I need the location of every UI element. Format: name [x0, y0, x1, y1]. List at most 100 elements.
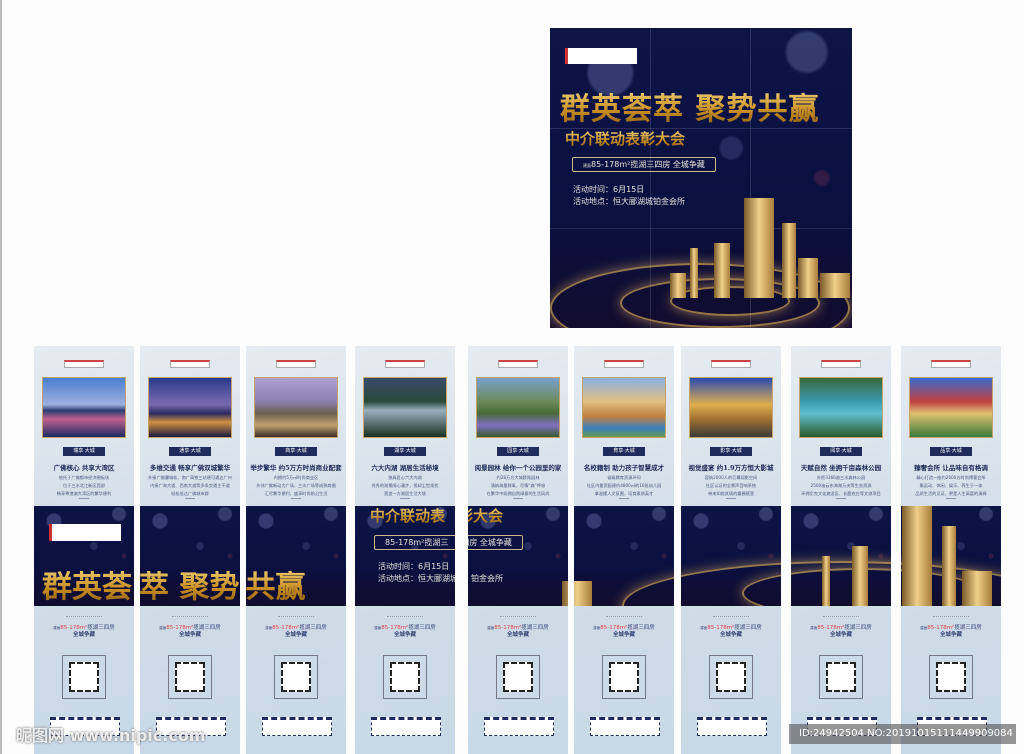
panel-photo — [909, 377, 993, 438]
panel-photo — [689, 377, 773, 438]
panel-body-line: 带来如临其境的震撼感受 — [707, 491, 755, 496]
band-event-time: 活动时间：6月15日 — [378, 562, 450, 571]
panel-heading: 多维交通 畅享广佛双城繁华 — [149, 464, 231, 472]
panel-body-line: 2500亩云东海湖万夫等生态资源 — [810, 483, 872, 488]
panel-heading: 臻奢会所 让品味自有格调 — [914, 464, 988, 472]
divider — [79, 498, 89, 499]
poster-panel: 瑞享·大城 广佛核心 共享大湾区 依托于广佛都市经济圈板块 位于三水北江新区西部畅… — [34, 346, 134, 754]
main-poster: 群英荟萃 聚势共赢 中介联动表彰大会 建面85-178m²揽湖三四房 全城争藏 … — [550, 28, 852, 328]
panel-body: 内拥约5万㎡时尚商业区 外邻广佛新动力广场、三水广场等成熟商圈 汇尽繁华便利，盛享时… — [249, 474, 343, 498]
panel-tag: 瑞享·大城 — [63, 447, 105, 456]
logo-placeholder — [711, 360, 751, 368]
event-time: 活动时间：6月15日 — [573, 185, 645, 194]
panel-heading: 广佛核心 共享大湾区 — [53, 464, 115, 472]
panel-body: 外揽3366亩三水森林公园 2500亩云东海湖万夫等生态资源 环拥尼克文化旅游区、长… — [794, 474, 888, 498]
divider — [513, 498, 523, 499]
band-event-place: 活动地点：恒大郦湖城 铂金会所 — [378, 574, 503, 583]
panel-heading: 视觉盛宴 约1.9万方恒大影城 — [688, 464, 774, 472]
divider — [291, 498, 301, 499]
divider — [836, 498, 846, 499]
panel-heading: 名校籍制 助力孩子智慧成才 — [583, 464, 665, 472]
panel-body-line: 拿滋擢人文氛围，培育素质英才 — [594, 491, 654, 496]
panel-heading: 举步繁华 约5万方时尚商业配套 — [250, 464, 342, 472]
footer-line2: 全城争藏 — [939, 632, 962, 638]
logo-placeholder — [565, 48, 637, 64]
panel-body-line: 营造一方湖居生活大境 — [384, 491, 426, 496]
footer-line2: 全城争藏 — [178, 632, 201, 638]
poster-subtitle: 中介联动表彰大会 — [565, 130, 686, 148]
panel-tag: 通享·大城 — [169, 447, 211, 456]
panel-heading: 阅景园林 给你一个公园里的家 — [474, 464, 562, 472]
logo-placeholder — [821, 360, 861, 368]
divider — [726, 498, 736, 499]
qr-code-placeholder — [929, 655, 973, 699]
panel-body-line: 环拥尼克文化旅游区、长鹿农庄等文旅项目 — [801, 491, 881, 496]
contact-box-placeholder — [590, 717, 660, 736]
panel-body-line: 依托于广佛都市经济圈板块 — [58, 475, 110, 480]
panel-heading: 六大内湖 湖居生活秘境 — [371, 464, 439, 472]
panel-photo — [582, 377, 666, 438]
qr-code-placeholder — [496, 655, 540, 699]
panel-tag: 品享·大城 — [930, 447, 972, 456]
panel-body: 省级教育资源环伺社区内重资配建约4800㎡的10班幼儿园 拿滋擢人文氛围，培育素质… — [577, 474, 671, 498]
panel-body-line: 畅享粤港澳大湾区的繁华便利 — [56, 491, 112, 496]
panel-body-line: 秀秀的湖景随心漫步，揽却尘世烦扰 — [371, 483, 439, 488]
poster-panel: 通享·大城 多维交通 畅享广佛双城繁华 外接广佛肇城轨、南广高铁三站便可通达广州… — [140, 346, 240, 754]
panel-heading: 天赋自然 坐拥千亩森林公园 — [800, 464, 882, 472]
panel-body-line: 在繁华中既拥自然绿意的生活风尚 — [486, 491, 550, 496]
divider — [387, 616, 423, 617]
panel-tag: 湖享·大城 — [384, 447, 426, 456]
logo-placeholder — [604, 360, 644, 368]
panel-body-line: 汇尽繁华便利，盛享时尚前沿生活 — [264, 491, 328, 496]
qr-code-placeholder — [168, 655, 212, 699]
panel-photo — [363, 377, 447, 438]
qr-code-placeholder — [602, 655, 646, 699]
panel-body: 约28万方大城欧陆园林 涌纳海量鲜氧，尽情“森”呼吸 在繁华中既拥自然绿意的生活风尚 — [471, 474, 565, 498]
panel-body: 精心打造一座约2600方时尚博奢会所 集运动、休闲、娱乐、养生于一体 品质生活的见证… — [904, 474, 998, 498]
divider — [946, 498, 956, 499]
footer-line2: 全城争藏 — [612, 632, 635, 638]
poster-panel: 园享·大城 阅景园林 给你一个公园里的家 约28万方大城欧陆园林 涌纳海量鲜氧，尽… — [468, 346, 568, 754]
band-banner: 85-178m²揽湖三 四房 全城争藏 — [374, 535, 523, 550]
divider — [172, 616, 208, 617]
divider — [66, 616, 102, 617]
panel-tag: 影享·大城 — [710, 447, 752, 456]
logo-placeholder — [498, 360, 538, 368]
qr-code-placeholder — [709, 655, 753, 699]
panel-body: 容纳2000人的巨幕观影空间 社区认证的全景声音响系统 带来如临其境的震撼感受 — [684, 474, 778, 498]
site-watermark: 昵图网 www.nipic.com — [16, 726, 206, 745]
logo-placeholder — [64, 360, 104, 368]
poster-title: 群英荟萃 聚势共赢 — [560, 84, 819, 128]
contact-box-placeholder — [371, 717, 441, 736]
panel-body-line: 内接广海大道、西南大道等多条交通主干道 — [150, 483, 230, 488]
panel-tag: 育享·大城 — [603, 447, 645, 456]
panel-body-line: 省级教育资源环伺 — [607, 475, 641, 480]
divider — [400, 498, 410, 499]
logo-placeholder — [276, 360, 316, 368]
panel-body-line: 社区认证的全景声音响系统 — [705, 483, 757, 488]
panel-body-line: 精心打造一座约2600方时尚博奢会所 — [916, 475, 986, 480]
poster-panel: 湖享·大城 六大内湖 湖居生活秘境 独具匠心六大内湖 秀秀的湖景随心漫步，揽却尘世… — [355, 346, 455, 754]
logo-placeholder — [385, 360, 425, 368]
footer-line2: 全城争藏 — [829, 632, 852, 638]
city-buildings-graphic — [660, 198, 852, 298]
panel-body: 独具匠心六大内湖 秀秀的湖景随心漫步，揽却尘世烦扰 营造一方湖居生活大境 — [358, 474, 452, 498]
contact-box-placeholder — [697, 717, 767, 736]
footer-line2: 全城争藏 — [393, 632, 416, 638]
divider — [713, 616, 749, 617]
image-id-watermark: ID:24942504 NO:20191015111449909084 — [789, 724, 1016, 744]
divider — [278, 616, 314, 617]
divider — [823, 616, 859, 617]
panel-photo — [476, 377, 560, 438]
panel-photo — [799, 377, 883, 438]
panel-body-line: 外邻广佛新动力广场、三水广场等成熟商圈 — [256, 483, 336, 488]
panel-body-line: 集运动、休闲、娱乐、养生于一体 — [919, 483, 983, 488]
footer-line2: 全城争藏 — [506, 632, 529, 638]
divider — [185, 498, 195, 499]
panel-body-line: 社区内重资配建约4800㎡的10班幼儿园 — [586, 483, 662, 488]
panel-tag: 园享·大城 — [497, 447, 539, 456]
qr-code-placeholder — [62, 655, 106, 699]
contact-box-placeholder — [484, 717, 554, 736]
poster-banner: 建面85-178m²揽湖三四房 全城争藏 — [572, 157, 716, 172]
panel-body-line: 位于三水北江新区西部 — [63, 483, 105, 488]
